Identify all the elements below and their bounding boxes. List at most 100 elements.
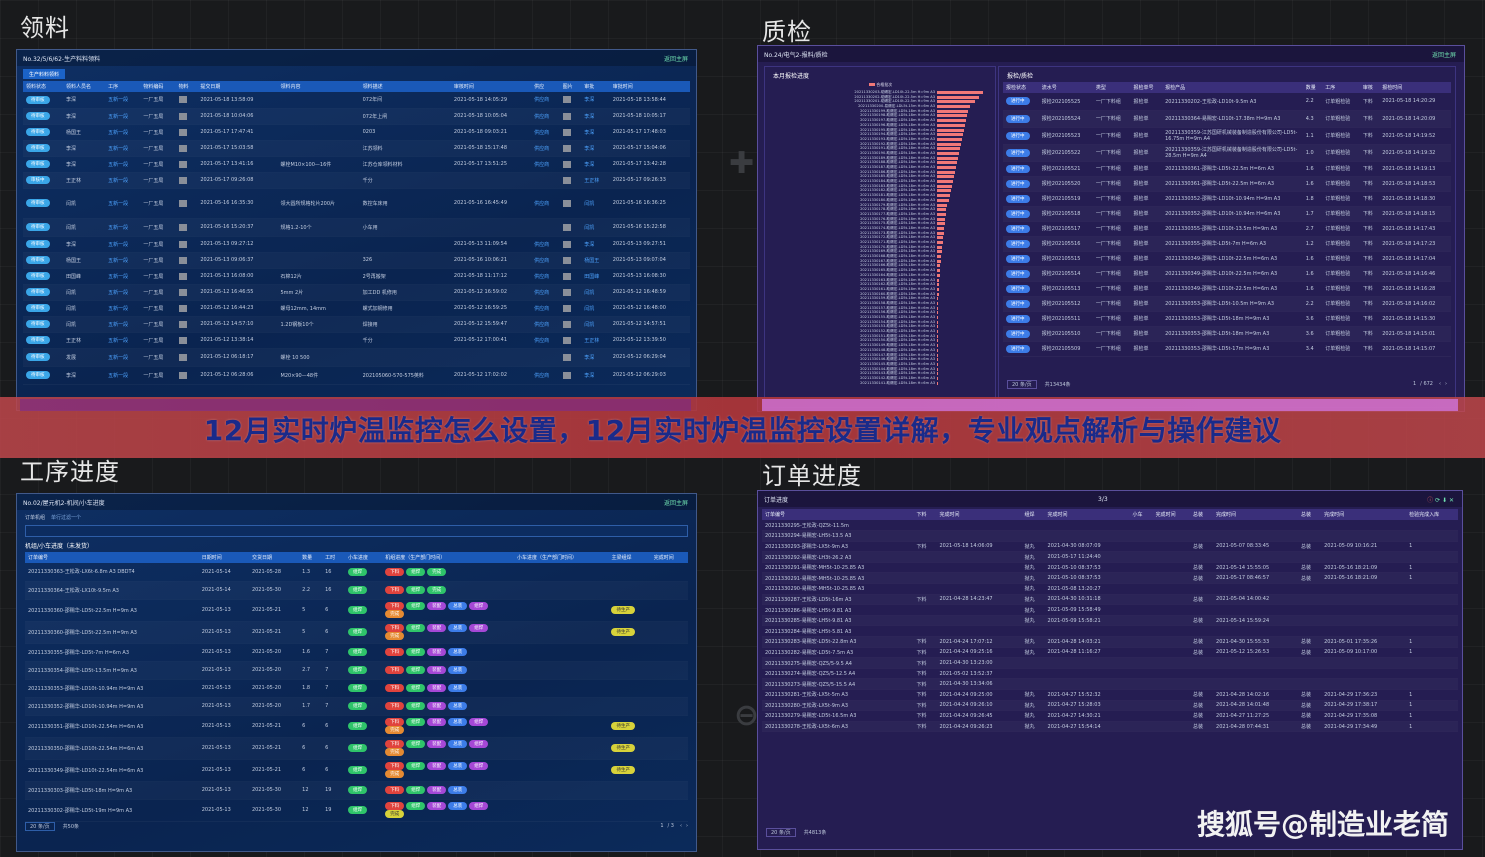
column-header[interactable]: 下料	[913, 509, 937, 520]
stage-tag[interactable]: 完成	[385, 632, 405, 640]
bar[interactable]	[937, 109, 969, 113]
photo-thumbnail[interactable]	[562, 288, 571, 296]
stage-tag[interactable]: 下料	[385, 586, 405, 594]
column-header[interactable]: 物料编码	[140, 81, 176, 92]
stage-tag[interactable]: 组焊	[406, 648, 426, 656]
stage-tag[interactable]: 组焊	[469, 718, 489, 726]
column-header[interactable]: 流水号	[1038, 82, 1093, 93]
photo-thumbnail[interactable]	[562, 223, 571, 231]
bar[interactable]	[937, 334, 939, 338]
bar[interactable]	[937, 278, 940, 282]
bar[interactable]	[937, 344, 939, 348]
table-row[interactable]: 20211330349-邵赐华-LD10t-22.54m H=6m A3 2021…	[25, 759, 688, 782]
bar[interactable]	[937, 245, 943, 249]
bar[interactable]	[937, 264, 941, 268]
material-thumbnail[interactable]	[178, 272, 187, 280]
stage-tag[interactable]: 总装	[448, 702, 468, 710]
stage-tag[interactable]: 组焊	[406, 702, 426, 710]
bar[interactable]	[937, 241, 944, 244]
bar[interactable]	[937, 376, 939, 380]
bar[interactable]	[937, 297, 939, 301]
table-row[interactable]: 进行中 报检202105517 一厂下料组 报检单 20211330355-邵赐华-LD…	[1003, 221, 1451, 237]
stage-tag[interactable]: 总装	[448, 648, 468, 656]
refresh-icon[interactable]: ⟳	[1435, 497, 1440, 504]
supplier-cell[interactable]: 供应商	[531, 284, 560, 301]
photo-thumbnail[interactable]	[562, 160, 571, 168]
photo-thumbnail[interactable]	[562, 371, 571, 379]
bar[interactable]	[937, 147, 960, 151]
bar[interactable]	[937, 273, 941, 277]
close-icon[interactable]: ✕	[1449, 497, 1454, 504]
stage-tag[interactable]: 完成	[385, 770, 405, 778]
stage-tag[interactable]: 装配	[427, 624, 447, 632]
supplier-cell[interactable]	[531, 172, 560, 189]
column-header[interactable]: 总装	[1190, 509, 1214, 520]
filter-input[interactable]	[25, 525, 688, 537]
stage-tag[interactable]: 下料	[385, 702, 405, 710]
process-cell[interactable]: 五新一段	[105, 366, 141, 385]
bar[interactable]	[937, 198, 949, 202]
stage-tag[interactable]: 总装	[448, 762, 468, 770]
column-header[interactable]: 订单编号	[25, 552, 199, 563]
stage-tag[interactable]: 组焊	[406, 666, 426, 674]
bar[interactable]	[937, 348, 939, 352]
bar[interactable]	[937, 339, 939, 343]
stage-tag[interactable]: 组焊	[469, 602, 489, 610]
bar[interactable]	[937, 119, 967, 123]
column-header[interactable]: 交货日期	[248, 552, 300, 563]
column-header[interactable]: 检验完成入库	[1406, 509, 1458, 520]
column-header[interactable]: 数量	[299, 552, 323, 563]
bar[interactable]	[937, 156, 958, 160]
table-row[interactable]: 20211330353-邵赐华-LD10t-10.94m H=9m A3 2021…	[25, 679, 688, 698]
supplier-cell[interactable]: 供应商	[531, 124, 560, 141]
stage-tag[interactable]: 组焊	[406, 586, 426, 594]
table-row[interactable]: 20211330303-邵赐华-LD5t-18m H=9m A3 2021-05-…	[25, 781, 688, 800]
process-cell[interactable]: 五新一段	[105, 268, 141, 285]
material-thumbnail[interactable]	[178, 176, 187, 184]
table-row[interactable]: 进行中 报检202105515 一厂下料组 报检单 20211330349-邵赐华-LD…	[1003, 251, 1451, 267]
return-button[interactable]: 返回主屏	[664, 498, 688, 507]
bar[interactable]	[937, 161, 957, 165]
supplier-cell[interactable]: 供应商	[531, 92, 560, 109]
table-row[interactable]: 进行中 报检202105514 一厂下料组 报检单 20211330349-邵赐华-LD…	[1003, 266, 1451, 282]
table-row[interactable]: 20211330293-邵赐华-LX5t-9m A3 下料 2021-05-18 1…	[762, 541, 1458, 553]
material-thumbnail[interactable]	[178, 320, 187, 328]
column-header[interactable]: 审核	[1359, 82, 1380, 93]
next-page-icon[interactable]: ›	[686, 823, 688, 829]
bar[interactable]	[937, 330, 939, 334]
column-header[interactable]: 领料内容	[277, 81, 360, 92]
table-row[interactable]: 待审核 李深 五新一段 一厂五局 2021-05-17 15:03:58 江苏领料 2021…	[23, 140, 690, 157]
filter-select[interactable]: 单行过滤一个	[51, 514, 81, 521]
column-header[interactable]: 工序	[105, 81, 141, 92]
table-row[interactable]: 20211330291-易赐宏-MH5t-10-25.85 A3 抛丸 2021-0…	[762, 572, 1458, 585]
process-cell[interactable]: 五新一段	[105, 284, 141, 301]
table-row[interactable]: 20211330285-易赐宏-LH5t-9.81 A3 抛丸 2021-05-09…	[762, 615, 1458, 627]
table-row[interactable]: 待审核 李深 五新一段 一厂五局 2021-05-17 13:41:16 螺栓M10×10…	[23, 156, 690, 173]
table-row[interactable]: 20211330283-易赐宏-LD5t-22.8m A3 下料 2021-04-2…	[762, 636, 1458, 648]
bar[interactable]	[937, 353, 939, 357]
bar[interactable]	[937, 236, 944, 240]
bar[interactable]	[937, 316, 939, 319]
column-header[interactable]: 审核时间	[450, 81, 532, 92]
stage-tag[interactable]: 下料	[385, 602, 405, 610]
stage-tag[interactable]: 组焊	[469, 624, 489, 632]
material-thumbnail[interactable]	[178, 112, 187, 120]
stage-tag[interactable]: 组焊	[406, 802, 426, 810]
photo-thumbnail[interactable]	[562, 112, 571, 120]
table-row[interactable]: 20211330363-王松政-LX6t-6.8m A3 DBDT4 2021-0…	[25, 563, 688, 582]
table-row[interactable]: 进行中 报检202105509 一厂下料组 报检单 20211330353-邵赐华-LD…	[1003, 341, 1451, 357]
stage-tag[interactable]: 下料	[385, 684, 405, 692]
bar[interactable]	[937, 217, 946, 221]
table-row[interactable]: 20211330286-易赐宏-LH5t-9.81 A3 抛丸 2021-05-09…	[762, 604, 1458, 616]
table-row[interactable]: 20211330273-易赐宏-QZ5/5-15.5 A4 下料 2021-04-3…	[762, 678, 1458, 690]
bar[interactable]	[937, 287, 940, 291]
stage-tag[interactable]: 总装	[448, 624, 468, 632]
bar[interactable]	[937, 95, 979, 99]
stage-tag[interactable]: 完成	[385, 610, 405, 618]
table-row[interactable]: 进行中 报检202105511 一厂下料组 报检单 20211330353-邵赐华-LD…	[1003, 311, 1451, 327]
stage-tag[interactable]: 完成	[385, 748, 405, 756]
table-row[interactable]: 进行中 报检202105522 一厂下料组 报检单 20211330359-江苏国研机械…	[1003, 144, 1451, 162]
column-header[interactable]: 供应	[531, 81, 560, 92]
table-row[interactable]: 20211330291-易赐宏-MH5t-10-25.85 A3 抛丸 2021-0…	[762, 562, 1458, 574]
page-current[interactable]: 1	[1413, 381, 1416, 387]
